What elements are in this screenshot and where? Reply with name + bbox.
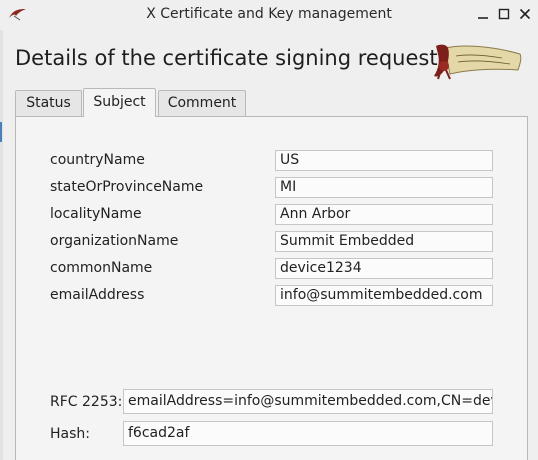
minimize-icon[interactable] [474,5,492,23]
country-name-label: countryName [50,152,145,168]
common-name-field[interactable]: device1234 [275,258,493,279]
hash-field[interactable]: f6cad2af [123,421,493,446]
state-field[interactable]: MI [275,177,493,198]
rfc2253-label: RFC 2253: [50,394,123,410]
title-bar: X Certificate and Key management [0,0,538,30]
maximize-icon[interactable] [495,5,513,23]
tab-status[interactable]: Status [15,90,82,116]
hash-label: Hash: [50,426,90,442]
left-border [0,30,3,460]
locality-field[interactable]: Ann Arbor [275,204,493,225]
state-label: stateOrProvinceName [50,179,204,195]
close-icon[interactable] [516,5,534,23]
page-title: Details of the certificate signing reque… [15,46,438,70]
locality-label: localityName [50,206,142,222]
email-address-field[interactable]: info@summitembedded.com [275,285,493,306]
organization-field[interactable]: Summit Embedded [275,231,493,252]
organization-label: organizationName [50,233,179,249]
country-name-field[interactable]: US [275,150,493,171]
window-title: X Certificate and Key management [146,6,392,22]
rfc2253-field[interactable]: emailAddress=info@summitembedded.com,CN=… [123,389,493,414]
scroll-icon [434,44,522,80]
tab-comment[interactable]: Comment [158,90,246,116]
common-name-label: commonName [50,260,153,276]
focus-indicator [0,122,2,142]
email-address-label: emailAddress [50,287,145,303]
tab-subject[interactable]: Subject [83,88,156,117]
